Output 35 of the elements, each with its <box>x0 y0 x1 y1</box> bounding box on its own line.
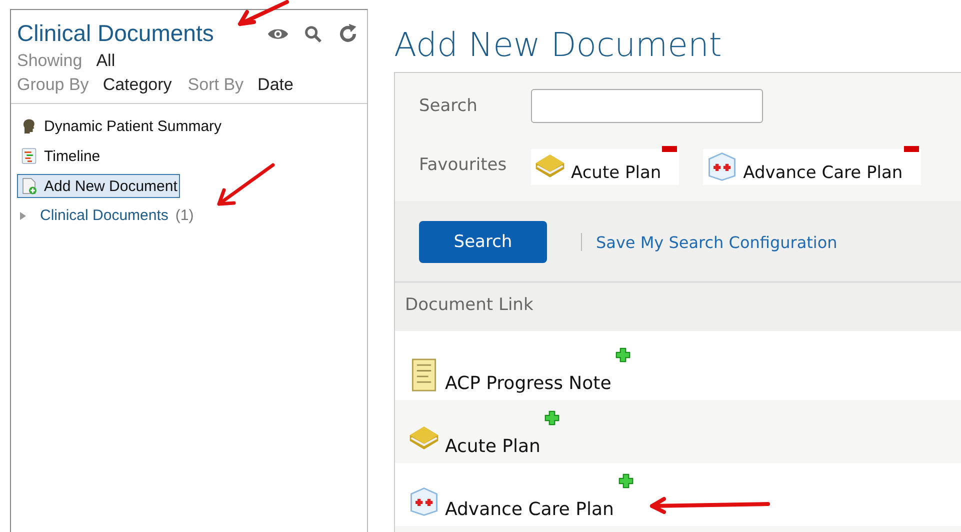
sidebar-item[interactable]: Add New Document <box>17 174 180 198</box>
plus-icon[interactable] <box>544 410 560 426</box>
remove-icon[interactable] <box>904 146 919 152</box>
field-label: Favourites <box>419 155 508 175</box>
document-link[interactable]: Advance Care Plan <box>445 499 614 520</box>
favourite-label: Acute Plan <box>571 163 662 183</box>
filter-value[interactable]: All <box>96 51 116 71</box>
column-header: Document Link <box>395 283 961 337</box>
favourite-item[interactable]: Advance Care Plan <box>703 149 921 185</box>
save-link[interactable]: Save My Search Configuration <box>596 232 838 252</box>
field-label: Search <box>419 96 478 116</box>
search-button[interactable]: Search <box>419 221 547 263</box>
panel-title: Clinical Documents <box>17 20 214 47</box>
tree-item[interactable]: Clinical Documents <box>37 204 172 227</box>
favourite-item[interactable]: Acute Plan <box>531 149 680 185</box>
remove-icon[interactable] <box>662 146 678 152</box>
sidebar-item[interactable]: Dynamic Patient Summary <box>17 114 225 138</box>
document-link[interactable]: Acute Plan <box>445 436 540 457</box>
favourite-label: Advance Care Plan <box>743 163 903 183</box>
page-title: Add New Document <box>394 24 723 66</box>
item-count: (1) <box>175 207 194 224</box>
filter-value[interactable]: Date <box>258 75 294 95</box>
filter-label: Showing <box>17 51 82 71</box>
sidebar-item[interactable]: Timeline <box>17 144 104 168</box>
timeline-icon <box>20 147 38 165</box>
document-link[interactable]: ACP Progress Note <box>445 373 612 394</box>
document-add-icon <box>20 177 38 195</box>
plus-icon[interactable] <box>615 347 632 363</box>
refresh-icon[interactable] <box>337 22 359 44</box>
plus-icon[interactable] <box>618 473 634 489</box>
search-icon[interactable] <box>303 24 323 44</box>
search-field[interactable] <box>531 89 763 123</box>
filter-label: Group By <box>17 75 89 95</box>
filter-label: Sort By <box>188 75 244 95</box>
filter-value[interactable]: Category <box>102 75 172 95</box>
